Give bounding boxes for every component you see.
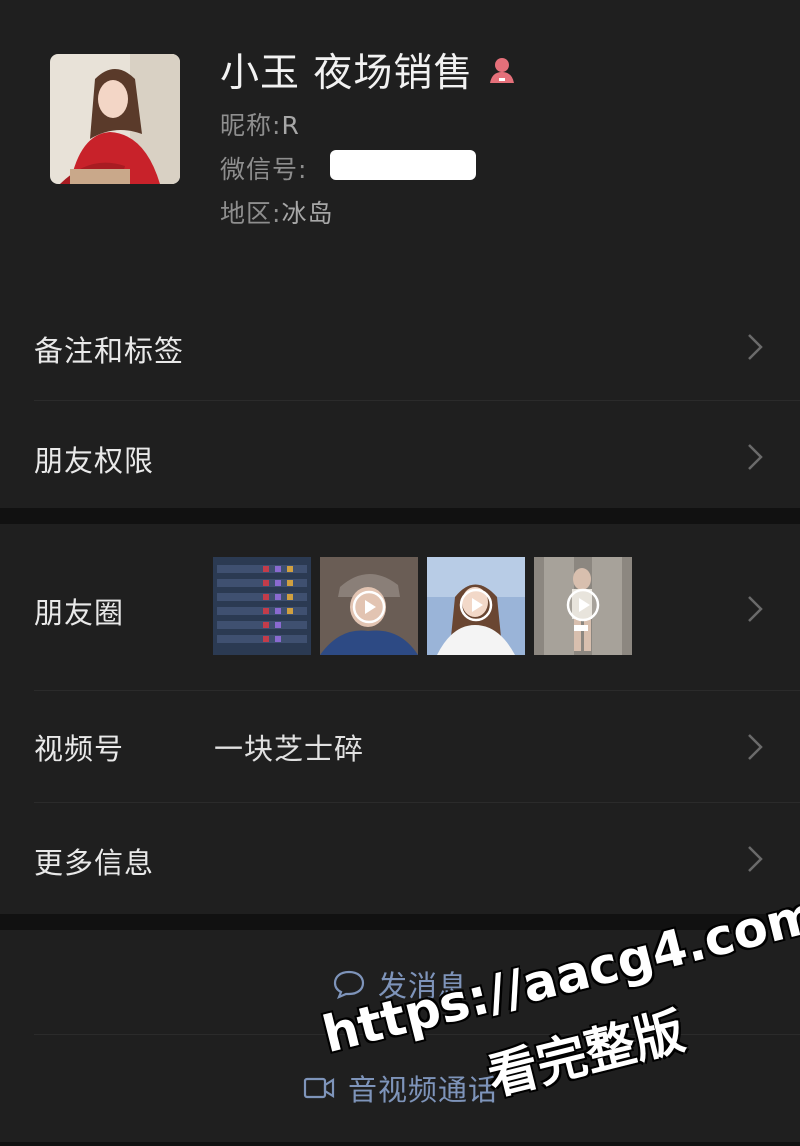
video-call-icon — [303, 1077, 335, 1099]
redacted-wechat-id — [330, 150, 476, 180]
profile-header: 小玉 夜场销售 昵称:R 微信号: 地区:冰岛 — [0, 0, 800, 290]
remarks-tags-label: 备注和标签 — [34, 334, 185, 368]
profile-name: 小玉 夜场销售 — [220, 51, 474, 96]
moments-label: 朋友圈 — [34, 596, 125, 630]
moments-thumbnail[interactable] — [213, 557, 311, 655]
region-value: 冰岛 — [281, 199, 334, 228]
chevron-right-icon — [748, 734, 763, 760]
friend-permissions-row[interactable]: 朋友权限 — [0, 400, 800, 508]
moments-thumbnail[interactable] — [534, 557, 632, 655]
settings-section: 备注和标签 朋友权限 — [0, 290, 800, 508]
moments-thumbnail[interactable] — [320, 557, 418, 655]
remarks-tags-row[interactable]: 备注和标签 — [0, 290, 800, 400]
chevron-right-icon — [748, 596, 763, 622]
friend-permissions-label: 朋友权限 — [34, 444, 155, 478]
avatar[interactable] — [50, 54, 180, 184]
channels-label: 视频号 — [34, 732, 125, 766]
region-line: 地区:冰岛 — [220, 194, 333, 230]
more-info-label: 更多信息 — [34, 846, 155, 880]
wechat-id-line: 微信号: — [220, 150, 307, 186]
chevron-right-icon — [748, 444, 763, 470]
female-icon — [487, 55, 517, 85]
wechat-id-label: 微信号: — [220, 155, 308, 184]
nickname-line: 昵称:R — [220, 106, 300, 142]
region-label: 地区: — [220, 199, 282, 228]
chevron-right-icon — [748, 334, 763, 360]
moments-thumbnail[interactable] — [427, 557, 525, 655]
nickname-label: 昵称: — [220, 111, 282, 140]
name-line: 小玉 夜场销售 — [220, 42, 517, 98]
channels-row[interactable]: 视频号 一块芝士碎 — [0, 690, 800, 802]
nickname-value: R — [281, 111, 300, 140]
channels-value: 一块芝士碎 — [214, 732, 365, 766]
